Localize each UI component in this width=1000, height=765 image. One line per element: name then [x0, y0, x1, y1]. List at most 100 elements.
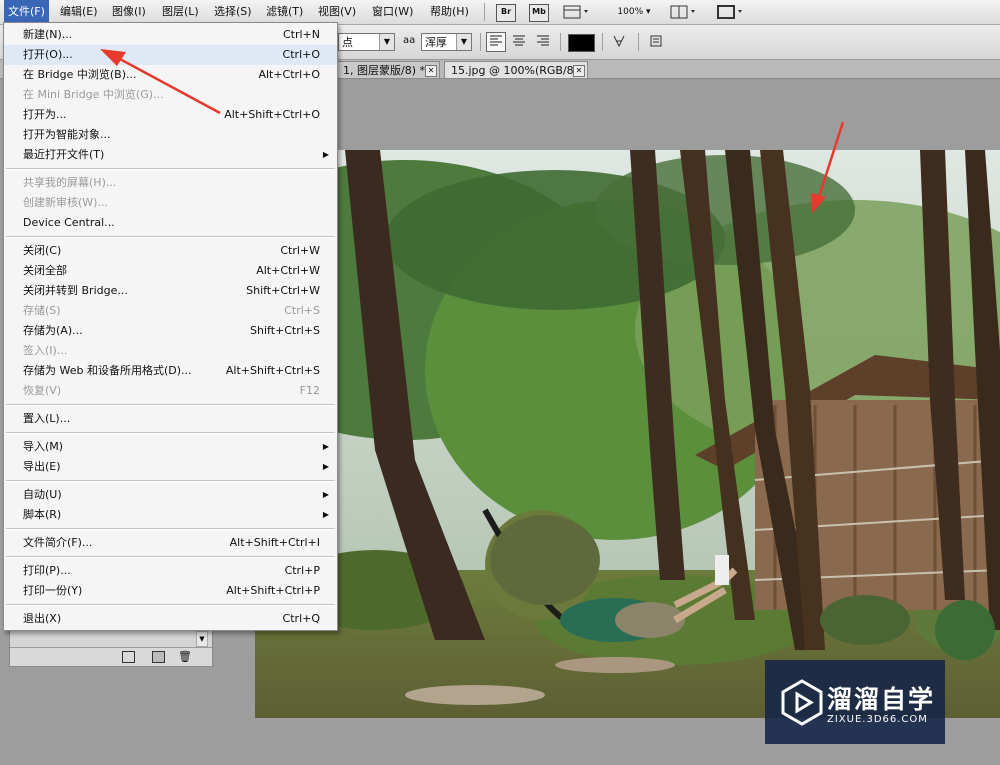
tab-15-jpg[interactable]: 15.jpg @ 100%(RGB/8) ✕ [444, 61, 588, 78]
file-menu-item[interactable]: 打开为智能对象... [4, 125, 337, 145]
file-menu-item[interactable]: 打印(P)... Ctrl+P [4, 561, 337, 581]
file-menu-item[interactable]: 打印一份(Y) Alt+Shift+Ctrl+P [4, 581, 337, 601]
document-image[interactable] [255, 150, 1000, 718]
separator [602, 33, 603, 51]
file-menu-item[interactable]: 退出(X) Ctrl+Q [4, 609, 337, 629]
panel-footer: 🗑 [10, 647, 212, 666]
file-menu-item[interactable]: 关闭并转到 Bridge... Shift+Ctrl+W [4, 281, 337, 301]
warp-text-button[interactable] [609, 32, 629, 52]
menu-item-shortcut: Alt+Ctrl+O [258, 68, 320, 81]
menu-separator [6, 480, 335, 482]
close-icon[interactable]: ✕ [573, 65, 585, 77]
file-menu-item[interactable]: 导入(M) ▶ [4, 437, 337, 457]
menu-help[interactable]: 帮助(H) [426, 0, 473, 24]
align-left-button[interactable] [486, 32, 506, 52]
menu-item-label: 新建(N)... [23, 28, 73, 41]
align-center-button[interactable] [509, 32, 529, 52]
menu-item-shortcut: Alt+Shift+Ctrl+P [226, 584, 320, 597]
font-size-select[interactable]: 点 ▼ [338, 33, 395, 51]
bridge-button[interactable]: Br [496, 4, 516, 22]
file-menu-item[interactable]: 打开为... Alt+Shift+Ctrl+O [4, 105, 337, 125]
menu-item-shortcut: Shift+Ctrl+S [250, 324, 320, 337]
file-menu-item[interactable]: 文件简介(F)... Alt+Shift+Ctrl+I [4, 533, 337, 553]
arrange-icon [670, 5, 695, 19]
menu-item-shortcut: Ctrl+W [280, 244, 320, 257]
menu-item-label: 关闭(C) [23, 244, 62, 257]
menu-window[interactable]: 窗口(W) [368, 0, 417, 24]
watermark-logo: 溜溜自学 ZIXUE.3D66.COM [765, 660, 945, 744]
menu-item-label: 导入(M) [23, 440, 64, 453]
zoom-level-select[interactable]: 100% ▾ [610, 4, 658, 20]
menu-item-label: 文件简介(F)... [23, 536, 93, 549]
menu-item-label: 共享我的屏幕(H)... [23, 176, 117, 189]
menu-view[interactable]: 视图(V) [314, 0, 360, 24]
menu-item-label: 恢复(V) [23, 384, 62, 397]
menu-item-label: 存储为 Web 和设备所用格式(D)... [23, 364, 192, 377]
menu-edit[interactable]: 编辑(E) [56, 0, 102, 24]
menu-item-label: 最近打开文件(T) [23, 148, 105, 161]
file-menu-item[interactable]: 关闭全部 Alt+Ctrl+W [4, 261, 337, 281]
menu-item-label: 在 Mini Bridge 中浏览(G)... [23, 88, 164, 101]
align-left-icon [490, 35, 502, 46]
menu-item-shortcut: Ctrl+O [282, 48, 320, 61]
menu-item-label: 在 Bridge 中浏览(B)... [23, 68, 137, 81]
menu-file[interactable]: 文件(F) [4, 0, 49, 24]
file-menu-item: 在 Mini Bridge 中浏览(G)... [4, 85, 337, 105]
menu-item-label: 导出(E) [23, 460, 61, 473]
file-menu-item[interactable]: 打开(O)... Ctrl+O [4, 45, 337, 65]
menu-separator [6, 432, 335, 434]
file-menu-item[interactable]: 关闭(C) Ctrl+W [4, 241, 337, 261]
menu-item-label: 创建新审核(W)... [23, 196, 108, 209]
file-menu-item[interactable]: 置入(L)... [4, 409, 337, 429]
file-menu-item[interactable]: 自动(U) ▶ [4, 485, 337, 505]
menu-item-label: 退出(X) [23, 612, 62, 625]
link-layers-icon[interactable] [122, 651, 135, 663]
menu-item-shortcut: Ctrl+P [284, 564, 320, 577]
file-menu-item[interactable]: Device Central... [4, 213, 337, 233]
separator [560, 33, 561, 51]
warp-text-icon [613, 35, 625, 48]
file-menu-item[interactable]: 新建(N)... Ctrl+N [4, 25, 337, 45]
trash-icon[interactable]: 🗑 [178, 650, 192, 663]
tab-label: 15.jpg @ 100%(RGB/8) [451, 64, 578, 77]
menu-item-shortcut: Ctrl+N [282, 28, 320, 41]
file-menu-item[interactable]: 存储为 Web 和设备所用格式(D)... Alt+Shift+Ctrl+S [4, 361, 337, 381]
menu-item-shortcut: Alt+Ctrl+W [256, 264, 320, 277]
file-menu-item[interactable]: 导出(E) ▶ [4, 457, 337, 477]
menu-item-label: 签入(I)... [23, 344, 68, 357]
menu-item-label: 脚本(R) [23, 508, 62, 521]
align-right-button[interactable] [533, 32, 553, 52]
menu-item-label: Device Central... [23, 216, 115, 229]
file-menu-item[interactable]: 在 Bridge 中浏览(B)... Alt+Ctrl+O [4, 65, 337, 85]
tab-layer-mask-doc[interactable]: 1, 图层蒙版/8) * ✕ [336, 61, 440, 78]
anti-alias-icon: aa [403, 35, 416, 46]
text-color-swatch[interactable] [568, 34, 595, 52]
menu-item-label: 置入(L)... [23, 412, 71, 425]
menu-layer[interactable]: 图层(L) [158, 0, 203, 24]
zoom-level-value: 100% [617, 7, 644, 17]
menu-item-label: 打开为... [23, 108, 67, 121]
chevron-down-icon: ▾ [646, 7, 651, 17]
view-extras-button[interactable] [562, 4, 592, 20]
menu-filter[interactable]: 滤镜(T) [262, 0, 307, 24]
file-menu-item[interactable]: 脚本(R) ▶ [4, 505, 337, 525]
file-menu-item[interactable]: 最近打开文件(T) ▶ [4, 145, 337, 165]
separator [638, 33, 639, 51]
scrollbar[interactable]: ▼ [196, 631, 208, 647]
menu-image[interactable]: 图像(I) [108, 0, 150, 24]
menu-select[interactable]: 选择(S) [210, 0, 256, 24]
menu-item-shortcut: Alt+Shift+Ctrl+I [229, 536, 320, 549]
new-layer-icon[interactable] [152, 651, 165, 663]
mini-bridge-button[interactable]: Mb [529, 4, 549, 22]
separator [484, 3, 485, 21]
screen-mode-button[interactable] [716, 4, 746, 20]
chevron-down-icon: ▼ [456, 34, 471, 50]
menu-item-shortcut: Ctrl+S [284, 304, 320, 317]
watermark-title: 溜溜自学 [827, 685, 936, 714]
menu-separator [6, 236, 335, 238]
arrange-documents-button[interactable] [669, 4, 699, 20]
anti-alias-select[interactable]: 浑厚 ▼ [421, 33, 472, 51]
close-icon[interactable]: ✕ [425, 65, 437, 77]
character-panel-button[interactable] [646, 32, 666, 52]
file-menu-item[interactable]: 存储为(A)... Shift+Ctrl+S [4, 321, 337, 341]
